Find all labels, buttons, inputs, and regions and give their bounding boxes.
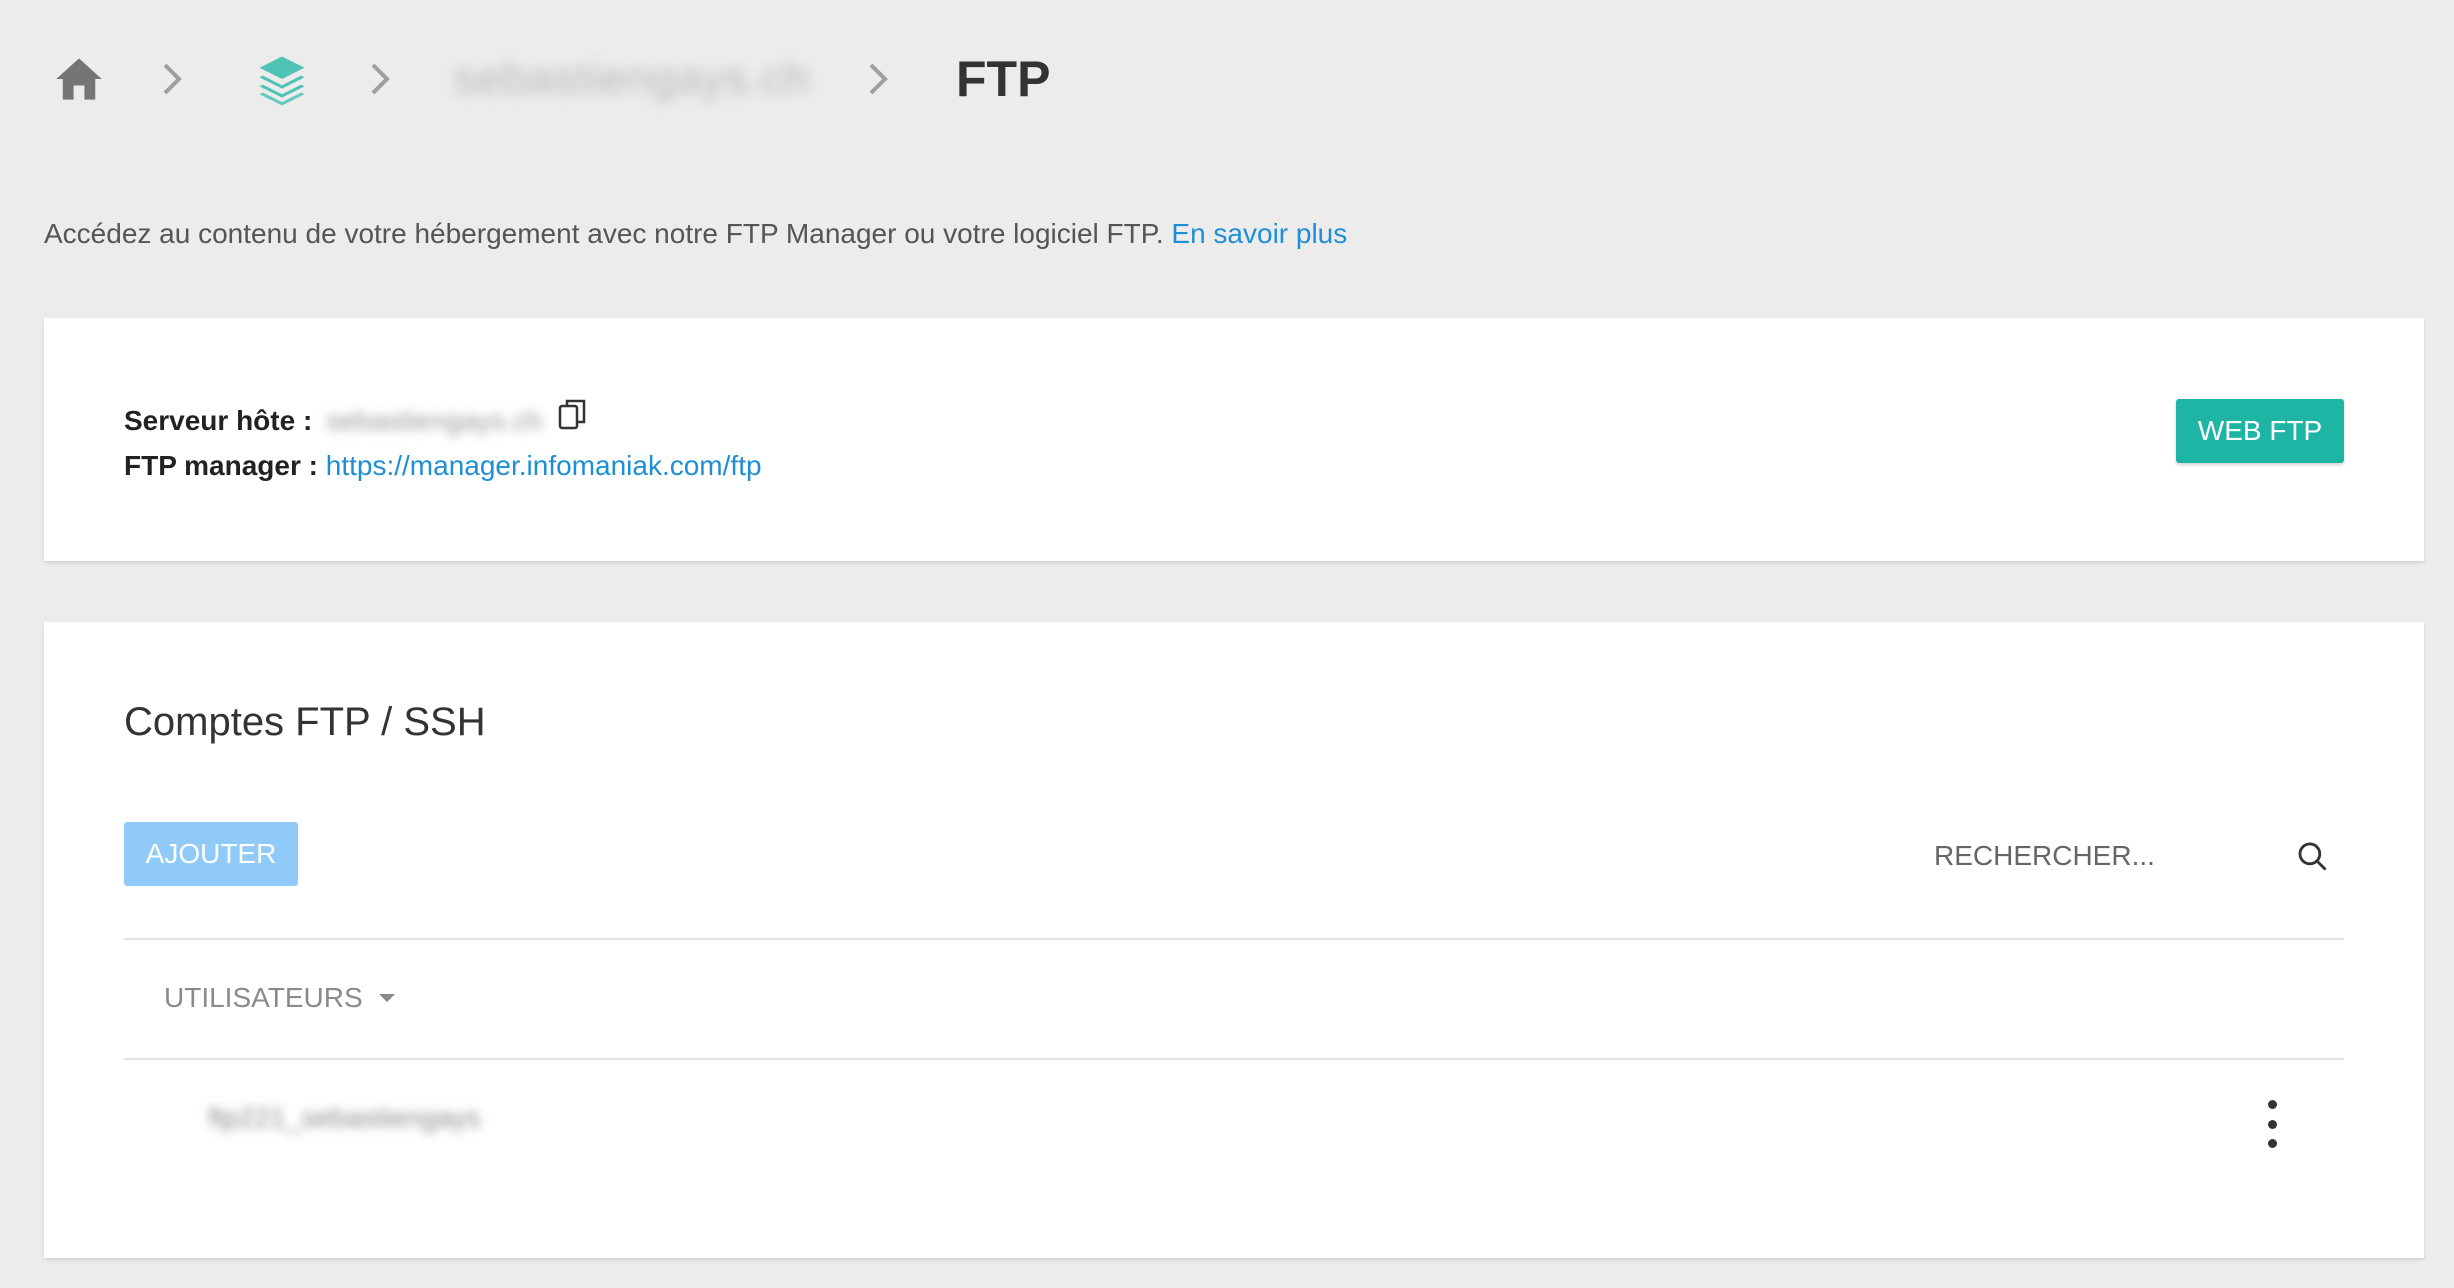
search-box	[1934, 832, 2327, 880]
chevron-right-icon	[866, 61, 892, 97]
server-host-value: sebastiengays.ch	[326, 405, 543, 436]
server-host-line: Serveur hôte : sebastiengays.ch	[124, 398, 762, 444]
users-column-header[interactable]: UTILISATEURS	[164, 982, 395, 1014]
accounts-title: Comptes FTP / SSH	[124, 700, 486, 744]
divider	[124, 1058, 2344, 1060]
chevron-right-icon	[160, 61, 186, 97]
ftp-page: sebastiengays.ch FTP Accédez au contenu …	[0, 0, 2454, 1288]
web-ftp-button[interactable]: WEB FTP	[2176, 399, 2344, 463]
search-input[interactable]	[1934, 840, 2295, 872]
add-account-button[interactable]: AJOUTER	[124, 822, 298, 886]
divider	[124, 938, 2344, 940]
intro-description: Accédez au contenu de votre hébergement …	[44, 218, 1172, 249]
chevron-right-icon	[368, 61, 394, 97]
ftp-user-name: ftp221_sebastiengays	[208, 1102, 481, 1133]
users-column-label: UTILISATEURS	[164, 982, 363, 1013]
more-vert-icon[interactable]	[2260, 1100, 2284, 1148]
breadcrumb-site-name[interactable]: sebastiengays.ch	[454, 54, 810, 104]
accounts-card: Comptes FTP / SSH AJOUTER UTILISATEURS f…	[44, 622, 2424, 1258]
search-icon[interactable]	[2295, 839, 2329, 873]
host-info: Serveur hôte : sebastiengays.ch FTP mana…	[124, 398, 762, 487]
layers-icon[interactable]	[254, 51, 310, 107]
copy-icon[interactable]	[558, 398, 588, 444]
ftp-manager-link[interactable]: https://manager.infomaniak.com/ftp	[326, 450, 762, 481]
intro-text: Accédez au contenu de votre hébergement …	[44, 218, 1347, 250]
ftp-manager-line: FTP manager : https://manager.infomaniak…	[124, 444, 762, 487]
breadcrumb: sebastiengays.ch FTP	[50, 48, 1050, 110]
sort-caret-icon	[378, 994, 395, 1002]
ftp-manager-label: FTP manager :	[124, 450, 318, 481]
server-host-label: Serveur hôte :	[124, 405, 313, 436]
learn-more-link[interactable]: En savoir plus	[1171, 218, 1347, 249]
table-row: ftp221_sebastiengays	[124, 1062, 2344, 1182]
home-icon[interactable]	[50, 50, 108, 108]
host-card: Serveur hôte : sebastiengays.ch FTP mana…	[44, 318, 2424, 561]
page-title: FTP	[956, 51, 1051, 107]
